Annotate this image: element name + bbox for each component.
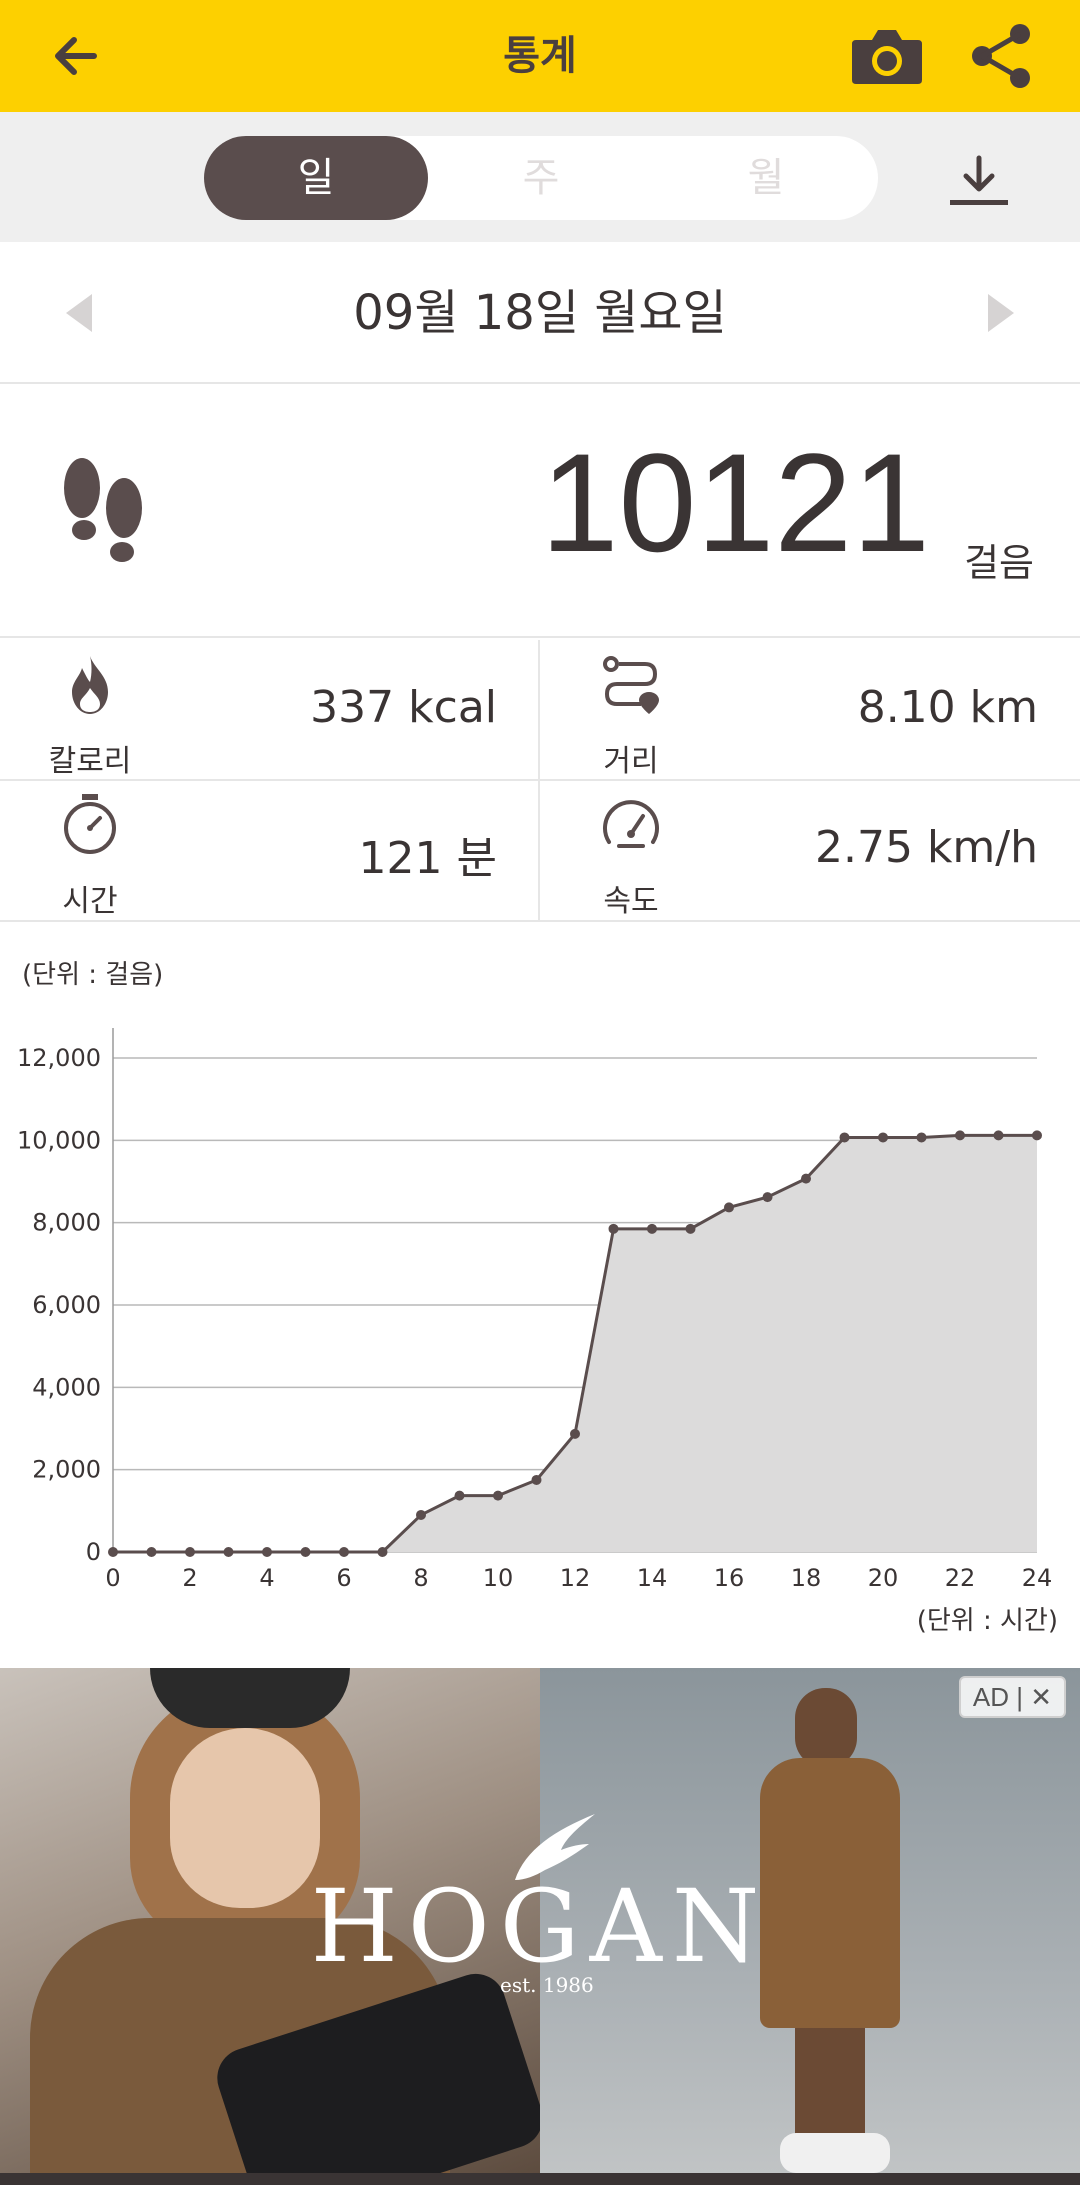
stats-grid: 칼로리 337 kcal 거리 8.10 km 시간 121 분 속도 2.75… [0, 640, 1080, 922]
stat-value: 2.75 km/h [814, 822, 1038, 873]
stat-label: 속도 [603, 884, 659, 919]
data-point [146, 1547, 157, 1557]
data-point [608, 1223, 619, 1234]
x-axis-unit-label: (단위 : 시간) [916, 1606, 1058, 1636]
data-point [493, 1490, 503, 1501]
y-tick-label: 2,000 [32, 1456, 101, 1484]
x-tick-label: 8 [413, 1564, 428, 1592]
x-tick-label: 0 [105, 1564, 120, 1592]
date-navigator: 09월 18일 월요일 [0, 242, 1080, 384]
data-point [878, 1132, 888, 1143]
x-tick-label: 6 [336, 1564, 351, 1592]
y-tick-label: 0 [86, 1538, 101, 1566]
y-tick-label: 4,000 [32, 1373, 101, 1401]
steps-summary: 10121 걸음 [0, 386, 1080, 638]
stopwatch-icon [64, 794, 116, 854]
stat-label: 시간 [62, 884, 118, 919]
data-point [185, 1547, 195, 1557]
speedometer-icon [603, 800, 659, 848]
stat-value: 337 kcal [310, 682, 497, 733]
stat-distance: 거리 8.10 km [541, 640, 1080, 780]
data-point [262, 1547, 272, 1557]
tab-month[interactable]: 월 [654, 136, 878, 220]
data-point [762, 1192, 773, 1203]
data-point [223, 1547, 234, 1557]
advertisement-banner[interactable]: HOGAN est. 1986 AD | ✕ [0, 1668, 1080, 2185]
flame-icon [72, 656, 108, 714]
ad-brand-name: HOGAN [310, 1868, 770, 1985]
hourly-steps-chart: 0 2,000 4,000 6,000 8,000 10,000 12,000 0 2 4 6 8 10… [0, 924, 1080, 1664]
chart-svg: 02,0004,0006,0008,00010,00012,0000 2 4 6 8 10… [17, 1028, 1053, 1592]
y-axis-unit-label: (단위 : 걸음) [22, 960, 164, 990]
route-icon [603, 656, 659, 714]
ad-model-head [795, 1688, 857, 1768]
y-tick-label: 6,000 [32, 1291, 101, 1319]
app-bar: 통계 [0, 0, 1080, 112]
y-tick-label: 10,000 [17, 1126, 101, 1154]
stat-label: 칼로리 [48, 744, 132, 779]
data-point [955, 1130, 965, 1141]
stat-label: 거리 [603, 744, 659, 779]
period-segmented-control: 일 주 월 [204, 136, 878, 220]
data-point [339, 1547, 349, 1557]
x-tick-label: 22 [945, 1564, 976, 1592]
x-tick-label: 10 [483, 1564, 514, 1592]
data-point [454, 1490, 465, 1501]
data-point [839, 1132, 850, 1143]
download-icon[interactable] [946, 152, 1012, 210]
data-point [570, 1428, 580, 1439]
tab-week[interactable]: 주 [429, 136, 653, 220]
x-tick-label: 16 [714, 1564, 745, 1592]
data-point [724, 1202, 734, 1213]
y-tick-label: 12,000 [17, 1044, 101, 1072]
stat-time: 시간 121 분 [0, 780, 539, 920]
x-tick-label: 24 [1022, 1564, 1053, 1592]
current-date: 09월 18일 월요일 [353, 285, 727, 341]
x-tick-label: 2 [182, 1564, 197, 1592]
y-tick-label: 8,000 [32, 1209, 101, 1237]
data-point [685, 1223, 696, 1234]
period-bar: 일 주 월 [0, 112, 1080, 242]
step-unit: 걸음 [964, 541, 1034, 585]
x-tick-label: 18 [791, 1564, 822, 1592]
data-point [531, 1474, 542, 1485]
data-point [416, 1509, 426, 1520]
camera-icon[interactable] [850, 22, 924, 90]
ad-close-badge[interactable]: AD | ✕ [958, 1676, 1066, 1718]
stat-calories: 칼로리 337 kcal [0, 640, 539, 780]
data-point [377, 1547, 388, 1557]
ad-model-legs [795, 2028, 865, 2138]
ad-model-shoes [780, 2133, 890, 2173]
x-tick-label: 4 [259, 1564, 274, 1592]
x-tick-label: 14 [637, 1564, 668, 1592]
data-point [993, 1130, 1004, 1141]
stat-speed: 속도 2.75 km/h [541, 780, 1080, 920]
share-icon[interactable] [968, 22, 1036, 90]
step-count: 10121 [540, 424, 930, 581]
x-tick-label: 12 [560, 1564, 591, 1592]
data-point [801, 1173, 811, 1184]
area-fill [113, 1135, 1037, 1552]
ad-bottom-strip [0, 2173, 1080, 2185]
tab-day[interactable]: 일 [204, 136, 428, 220]
stat-value: 8.10 km [857, 682, 1038, 733]
data-point [108, 1547, 118, 1557]
data-point [1032, 1130, 1042, 1141]
ad-model-cap [150, 1668, 350, 1728]
data-point [916, 1132, 927, 1143]
footprints-icon [64, 458, 142, 562]
ad-brand-est: est. 1986 [500, 1973, 594, 1997]
next-day-arrow-icon[interactable] [984, 292, 1018, 334]
data-point [300, 1547, 311, 1557]
stat-value: 121 분 [358, 833, 497, 884]
data-point [647, 1223, 657, 1234]
x-tick-label: 20 [868, 1564, 899, 1592]
